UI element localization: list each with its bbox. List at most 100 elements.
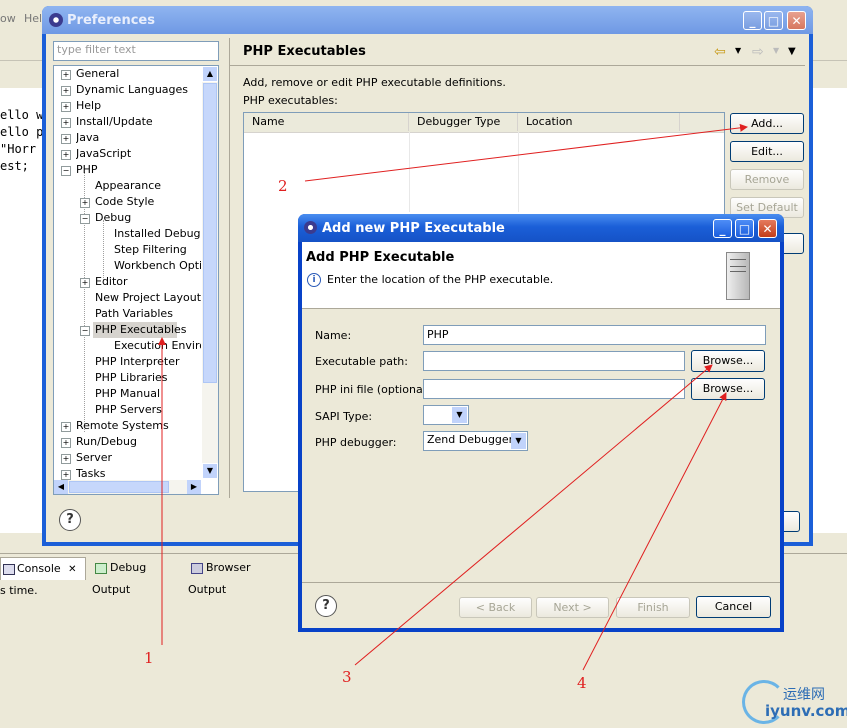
column-header-name[interactable]: Name	[244, 113, 409, 131]
next-button[interactable]: Next >	[536, 597, 609, 618]
tree-item[interactable]: Workbench Optior	[114, 259, 201, 272]
cancel-button[interactable]: Cancel	[696, 596, 771, 618]
tree-item[interactable]: PHP Manual	[95, 387, 160, 400]
chevron-down-icon[interactable]: ▼	[511, 433, 526, 449]
expand-icon[interactable]: +	[61, 70, 71, 80]
expand-icon[interactable]: +	[61, 454, 71, 464]
scroll-thumb[interactable]	[203, 83, 217, 383]
expand-icon[interactable]: +	[61, 438, 71, 448]
tree-item[interactable]: Editor	[95, 275, 128, 288]
expand-icon[interactable]: +	[61, 102, 71, 112]
editor-right-scroll[interactable]	[820, 535, 847, 549]
info-icon: i	[307, 273, 321, 287]
tree-item[interactable]: PHP Executables	[95, 323, 187, 336]
expand-icon[interactable]: +	[61, 86, 71, 96]
tree-scrollbar[interactable]: ▲ ▼	[202, 66, 218, 479]
scroll-down-button[interactable]: ▼	[202, 463, 218, 479]
expand-icon[interactable]: +	[61, 150, 71, 160]
scroll-left-button[interactable]: ◀	[54, 480, 68, 494]
tab-debug-output[interactable]: Debug Output	[92, 557, 184, 596]
back-button[interactable]: < Back	[459, 597, 532, 618]
tree-dotted-line	[103, 220, 104, 280]
finish-button[interactable]: Finish	[616, 597, 690, 618]
filter-input[interactable]: type filter text	[53, 41, 219, 61]
dialog-titlebar[interactable]: Add new PHP Executable	[298, 214, 784, 242]
tree-item[interactable]: Server	[76, 451, 112, 464]
close-button[interactable]: ✕	[787, 11, 806, 30]
add-button[interactable]: Add...	[730, 113, 804, 134]
chevron-down-icon[interactable]: ▼	[452, 407, 467, 423]
expand-icon[interactable]: +	[61, 118, 71, 128]
watermark-cn: 运维网	[783, 687, 825, 703]
expand-icon[interactable]: +	[80, 278, 90, 288]
tree-item[interactable]: Installed Debugge	[114, 227, 201, 240]
tree-item[interactable]: Run/Debug	[76, 435, 137, 448]
tree-item[interactable]: Java	[76, 131, 99, 144]
column-header-debugger-type[interactable]: Debugger Type	[409, 113, 518, 131]
minimize-button[interactable]: _	[713, 219, 732, 238]
expand-icon[interactable]: +	[61, 422, 71, 432]
browser-output-icon	[191, 562, 203, 574]
sapi-type-select[interactable]: ▼	[423, 405, 469, 425]
close-button[interactable]: ✕	[758, 219, 777, 238]
back-nav-dropdown-icon[interactable]: ▼	[735, 46, 741, 55]
collapse-icon[interactable]: −	[80, 214, 90, 224]
menu-item-window[interactable]: ow	[0, 12, 16, 25]
annotation-label-3: 3	[342, 668, 352, 686]
dialog-title: Add new PHP Executable	[322, 221, 505, 236]
tree-item[interactable]: New Project Layout	[95, 291, 201, 304]
help-icon[interactable]: ?	[315, 595, 337, 617]
ini-file-field[interactable]	[423, 379, 685, 399]
scroll-up-button[interactable]: ▲	[202, 66, 218, 82]
table-header: Name Debugger Type Location	[244, 113, 724, 133]
tree-item[interactable]: PHP Interpreter	[95, 355, 180, 368]
tree-hscrollbar[interactable]: ◀ ▶	[54, 480, 201, 494]
tree-item[interactable]: PHP	[76, 163, 98, 176]
tree-item[interactable]: PHP Libraries	[95, 371, 168, 384]
tree-item[interactable]: Remote Systems	[76, 419, 169, 432]
preferences-titlebar[interactable]: Preferences	[42, 6, 813, 34]
scroll-right-button[interactable]: ▶	[187, 480, 201, 494]
tree-item[interactable]: Install/Update	[76, 115, 153, 128]
tree-dotted-line	[84, 172, 85, 432]
help-icon[interactable]: ?	[59, 509, 81, 531]
tree-item[interactable]: Dynamic Languages	[76, 83, 188, 96]
name-field[interactable]: PHP	[423, 325, 766, 345]
column-header-location[interactable]: Location	[518, 113, 680, 131]
php-debugger-select[interactable]: Zend Debugger ▼	[423, 431, 528, 451]
view-menu-icon[interactable]: ▼	[788, 46, 796, 57]
browse-ini-button[interactable]: Browse...	[691, 378, 765, 400]
maximize-button[interactable]: □	[764, 11, 783, 30]
code-line: "Horr	[0, 142, 37, 156]
back-nav-icon[interactable]: ⇦	[714, 44, 726, 60]
tree-item[interactable]: Path Variables	[95, 307, 173, 320]
remove-button[interactable]: Remove	[730, 169, 804, 190]
collapse-icon[interactable]: −	[80, 326, 90, 336]
tree-item[interactable]: Tasks	[76, 467, 105, 480]
collapse-icon[interactable]: −	[61, 166, 71, 176]
expand-icon[interactable]: +	[61, 134, 71, 144]
hscroll-thumb[interactable]	[69, 481, 169, 493]
tree-item[interactable]: Code Style	[95, 195, 154, 208]
browse-executable-button[interactable]: Browse...	[691, 350, 765, 372]
executable-path-field[interactable]	[423, 351, 685, 371]
tree-item[interactable]: JavaScript	[76, 147, 131, 160]
close-icon[interactable]: ✕	[68, 564, 76, 575]
minimize-button[interactable]: _	[743, 11, 762, 30]
tree-item[interactable]: Appearance	[95, 179, 161, 192]
pref-description: Add, remove or edit PHP executable defin…	[243, 76, 506, 89]
expand-icon[interactable]: +	[61, 470, 71, 480]
maximize-button[interactable]: □	[735, 219, 754, 238]
tree-item[interactable]: Execution Environ	[114, 339, 201, 352]
console-icon	[3, 563, 15, 575]
tree-item[interactable]: Help	[76, 99, 101, 112]
tree-item[interactable]: Debug	[95, 211, 131, 224]
tab-browser-output[interactable]: Browser Output	[188, 557, 288, 596]
tree-item[interactable]: PHP Servers	[95, 403, 162, 416]
tab-console[interactable]: Console ✕	[0, 557, 86, 580]
expand-icon[interactable]: +	[80, 198, 90, 208]
tree-item[interactable]: General	[76, 67, 119, 80]
edit-button[interactable]: Edit...	[730, 141, 804, 162]
tree-item[interactable]: Step Filtering	[114, 243, 187, 256]
console-text: s time.	[0, 584, 38, 597]
